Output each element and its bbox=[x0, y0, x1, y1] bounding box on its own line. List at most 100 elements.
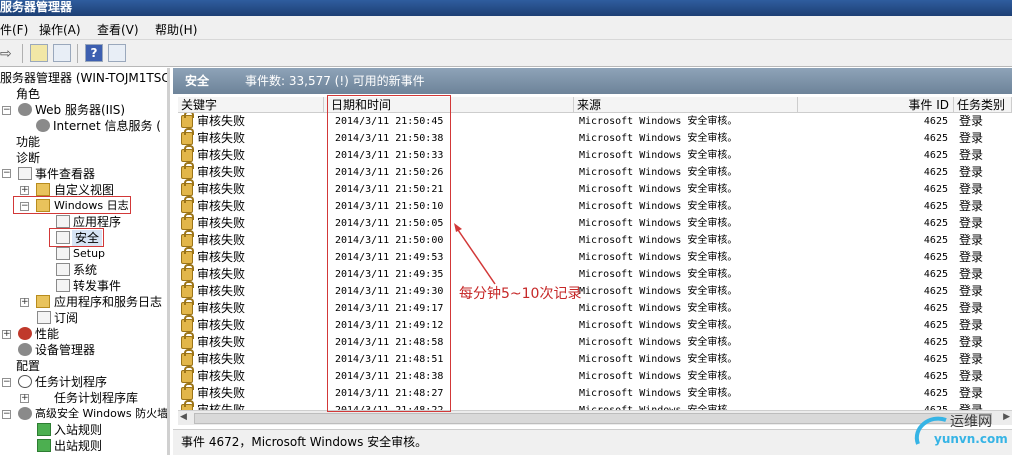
back-arrow-icon[interactable]: ⇨ bbox=[0, 46, 12, 62]
cell-source: Microsoft Windows 安全审核。 bbox=[579, 218, 738, 229]
cell-task-category: 登录 bbox=[959, 199, 984, 213]
column-keyword[interactable]: 关键字 bbox=[178, 97, 324, 113]
tree-item-server-manager[interactable]: 服务器管理器 (WIN-TOJM1TSC4E bbox=[0, 70, 167, 86]
lock-icon bbox=[181, 179, 194, 196]
column-event-id[interactable]: 事件 ID bbox=[798, 97, 954, 113]
cell-task-category: 登录 bbox=[959, 369, 984, 383]
expand-icon[interactable]: + bbox=[2, 330, 11, 339]
collapse-icon[interactable]: − bbox=[2, 169, 11, 178]
table-row[interactable]: 审核失败 2014/3/11 21:50:05 Microsoft Windows … bbox=[178, 213, 1012, 232]
menu-help[interactable]: 帮助(H) bbox=[155, 21, 197, 38]
tree-item-task-library[interactable]: 任务计划程序库 bbox=[54, 390, 138, 406]
table-row[interactable]: 审核失败 2014/3/11 21:50:26 Microsoft Windows … bbox=[178, 162, 1012, 181]
tree-item-web-server[interactable]: Web 服务器(IIS) bbox=[35, 102, 125, 118]
table-row[interactable]: 审核失败 2014/3/11 21:48:27 Microsoft Windows … bbox=[178, 383, 1012, 402]
cell-task-category: 登录 bbox=[959, 148, 984, 162]
collapse-icon[interactable]: − bbox=[2, 410, 11, 419]
tree-item-app-service-logs[interactable]: 应用程序和服务日志 bbox=[54, 294, 162, 310]
collapse-icon[interactable]: − bbox=[2, 378, 11, 387]
tree-item-iis[interactable]: Internet 信息服务 ( bbox=[53, 118, 161, 134]
tree-item-diagnostics[interactable]: 诊断 bbox=[16, 150, 40, 166]
cell-event-id: 4625 bbox=[923, 201, 948, 212]
performance-icon bbox=[18, 327, 32, 340]
table-row[interactable]: 审核失败 2014/3/11 21:50:00 Microsoft Windows … bbox=[178, 230, 1012, 249]
toolbar-separator bbox=[22, 44, 23, 63]
table-row[interactable]: 审核失败 2014/3/11 21:49:35 Microsoft Windows … bbox=[178, 264, 1012, 283]
folder-icon bbox=[36, 183, 50, 196]
scroll-thumb[interactable] bbox=[194, 413, 992, 424]
cell-source: Microsoft Windows 安全审核。 bbox=[579, 235, 738, 246]
cell-keyword: 审核失败 bbox=[197, 216, 246, 230]
expand-icon[interactable]: + bbox=[20, 298, 29, 307]
cell-keyword: 审核失败 bbox=[197, 233, 246, 247]
lock-icon bbox=[181, 213, 194, 230]
table-row[interactable]: 审核失败 2014/3/11 21:49:12 Microsoft Windows … bbox=[178, 315, 1012, 334]
table-row[interactable]: 审核失败 2014/3/11 21:50:21 Microsoft Windows … bbox=[178, 179, 1012, 198]
table-row[interactable]: 审核失败2014/3/11 21:48:22Microsoft Windows … bbox=[178, 400, 1012, 410]
column-task-category[interactable]: 任务类别 bbox=[954, 97, 1012, 113]
menu-file[interactable]: 件(F) bbox=[0, 21, 28, 38]
tree-item-configuration[interactable]: 配置 bbox=[16, 358, 40, 374]
menu-action[interactable]: 操作(A) bbox=[39, 21, 81, 38]
tree-item-firewall[interactable]: 高级安全 Windows 防火墙 bbox=[35, 406, 167, 422]
lock-icon bbox=[181, 196, 194, 213]
tree-item-performance[interactable]: 性能 bbox=[35, 326, 59, 342]
expand-icon[interactable]: + bbox=[20, 186, 29, 195]
properties-icon[interactable] bbox=[108, 44, 126, 62]
tree-item-system[interactable]: 系统 bbox=[73, 262, 97, 278]
tree-item-roles[interactable]: 角色 bbox=[16, 86, 40, 102]
cell-event-id: 4625 bbox=[923, 116, 948, 127]
menu-view[interactable]: 查看(V) bbox=[97, 21, 139, 38]
table-row[interactable]: 审核失败 2014/3/11 21:50:45 Microsoft Windows … bbox=[178, 113, 1012, 130]
tree-item-task-scheduler[interactable]: 任务计划程序 bbox=[35, 374, 107, 390]
cell-keyword: 审核失败 bbox=[197, 165, 246, 179]
cell-task-category: 登录 bbox=[959, 250, 984, 264]
tree-item-setup[interactable]: Setup bbox=[73, 246, 105, 262]
collapse-icon[interactable]: − bbox=[2, 106, 11, 115]
cell-keyword: 审核失败 bbox=[197, 148, 246, 162]
cell-source: Microsoft Windows 安全审核。 bbox=[579, 116, 738, 127]
watermark-en: yunvn.com bbox=[934, 432, 1008, 446]
table-row[interactable]: 审核失败 2014/3/11 21:49:17 Microsoft Windows … bbox=[178, 298, 1012, 317]
cell-task-category: 登录 bbox=[959, 284, 984, 298]
lock-icon bbox=[181, 264, 194, 281]
tree-item-inbound-rules[interactable]: 入站规则 bbox=[54, 422, 102, 438]
cell-keyword: 审核失败 bbox=[197, 335, 246, 349]
tree-item-device-manager[interactable]: 设备管理器 bbox=[35, 342, 95, 358]
cell-task-category: 登录 bbox=[959, 335, 984, 349]
tree-item-event-viewer[interactable]: 事件查看器 bbox=[35, 166, 95, 182]
cell-keyword: 审核失败 bbox=[197, 301, 246, 315]
log-icon bbox=[56, 279, 70, 292]
cell-event-id: 4625 bbox=[923, 218, 948, 229]
cell-event-id: 4625 bbox=[923, 235, 948, 246]
horizontal-scrollbar[interactable]: ◀ ▶ bbox=[178, 410, 1012, 425]
up-folder-icon[interactable] bbox=[30, 44, 48, 62]
cell-keyword: 审核失败 bbox=[197, 131, 246, 145]
tree-item-subscriptions[interactable]: 订阅 bbox=[54, 310, 78, 326]
table-row[interactable]: 审核失败 2014/3/11 21:49:30 Microsoft Windows … bbox=[178, 281, 1012, 300]
cell-source: Microsoft Windows 安全审核。 bbox=[579, 371, 738, 382]
cell-task-category: 登录 bbox=[959, 165, 984, 179]
lock-icon bbox=[181, 145, 194, 162]
tree-item-features[interactable]: 功能 bbox=[16, 134, 40, 150]
cell-source: Microsoft Windows 安全审核。 bbox=[579, 354, 738, 365]
cell-task-category: 登录 bbox=[959, 233, 984, 247]
navigation-tree: 服务器管理器 (WIN-TOJM1TSC4E 角色 − Web 服务器(IIS)… bbox=[0, 68, 170, 455]
scroll-left-icon[interactable]: ◀ bbox=[180, 412, 187, 422]
cell-source: Microsoft Windows 安全审核。 bbox=[579, 320, 738, 331]
table-row[interactable]: 审核失败 2014/3/11 21:48:51 Microsoft Windows … bbox=[178, 349, 1012, 368]
help-icon[interactable]: ? bbox=[85, 44, 103, 62]
column-source[interactable]: 来源 bbox=[574, 97, 798, 113]
table-row[interactable]: 审核失败 2014/3/11 21:48:58 Microsoft Windows … bbox=[178, 332, 1012, 351]
table-row[interactable]: 审核失败 2014/3/11 21:48:38 Microsoft Windows … bbox=[178, 366, 1012, 385]
table-row[interactable]: 审核失败 2014/3/11 21:50:33 Microsoft Windows … bbox=[178, 145, 1012, 164]
cell-event-id: 4625 bbox=[923, 371, 948, 382]
table-row[interactable]: 审核失败 2014/3/11 21:50:38 Microsoft Windows … bbox=[178, 128, 1012, 147]
tree-item-forwarded-events[interactable]: 转发事件 bbox=[73, 278, 121, 294]
tree-item-outbound-rules[interactable]: 出站规则 bbox=[54, 438, 102, 454]
table-row[interactable]: 审核失败 2014/3/11 21:49:53 Microsoft Windows … bbox=[178, 247, 1012, 266]
table-row[interactable]: 审核失败 2014/3/11 21:50:10 Microsoft Windows … bbox=[178, 196, 1012, 215]
cell-event-id: 4625 bbox=[923, 286, 948, 297]
show-hide-tree-icon[interactable] bbox=[53, 44, 71, 62]
expand-icon[interactable]: + bbox=[20, 394, 29, 403]
